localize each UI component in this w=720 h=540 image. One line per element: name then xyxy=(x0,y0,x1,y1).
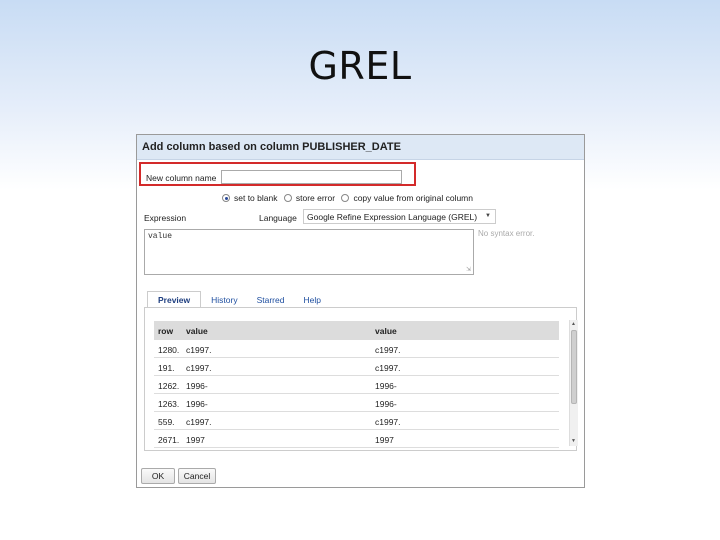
radio-copy-value[interactable]: copy value from original column xyxy=(341,193,473,203)
preview-table: row value value 1280. c1997. c1997. 191.… xyxy=(154,321,559,448)
tab-help[interactable]: Help xyxy=(294,292,329,308)
cancel-button[interactable]: Cancel xyxy=(178,468,216,484)
cell-new-value: c1997. xyxy=(375,417,401,427)
expression-label: Expression xyxy=(144,213,187,223)
cell-new-value: c1997. xyxy=(375,345,401,355)
language-label: Language xyxy=(259,213,297,223)
radio-icon xyxy=(341,194,350,202)
tab-starred[interactable]: Starred xyxy=(248,292,294,308)
dropdown-caret-icon: ▼ xyxy=(485,213,491,219)
row-number: 1280. xyxy=(158,345,180,355)
cell-value: 1996- xyxy=(186,381,208,391)
cell-new-value: 1997 xyxy=(375,435,394,445)
cell-value: c1997. xyxy=(186,417,212,427)
table-row: 1263. 1996- 1996- xyxy=(154,394,559,412)
row-number: 2671. xyxy=(158,435,180,445)
on-error-options: set to blank store error copy value from… xyxy=(222,193,477,204)
slide-title: GREL xyxy=(308,44,412,88)
column-header-row: row xyxy=(158,326,174,336)
table-row: 2671. 1997 1997 xyxy=(154,430,559,448)
column-header-new-value: value xyxy=(375,326,397,336)
new-column-label: New column name xyxy=(146,173,217,183)
radio-icon xyxy=(283,194,292,202)
cell-value: 1997 xyxy=(186,435,205,445)
scroll-up-arrow-icon[interactable]: ▲ xyxy=(571,321,576,327)
dialog-title: Add column based on column PUBLISHER_DAT… xyxy=(137,135,584,160)
language-value: Google Refine Expression Language (GREL) xyxy=(307,212,478,222)
radio-label: store error xyxy=(295,193,336,203)
table-row: 1280. c1997. c1997. xyxy=(154,340,559,358)
preview-scrollbar[interactable]: ▲ ▼ xyxy=(569,320,578,446)
preview-tabs: Preview History Starred Help xyxy=(147,291,331,309)
add-column-dialog: Add column based on column PUBLISHER_DAT… xyxy=(136,134,585,488)
table-row: 559. c1997. c1997. xyxy=(154,412,559,430)
radio-store-error[interactable]: store error xyxy=(283,193,336,203)
scroll-down-arrow-icon[interactable]: ▼ xyxy=(571,438,576,444)
row-number: 1262. xyxy=(158,381,180,391)
cell-new-value: c1997. xyxy=(375,363,401,373)
row-number: 1263. xyxy=(158,399,180,409)
new-column-name-input[interactable] xyxy=(221,170,402,184)
radio-set-to-blank[interactable]: set to blank xyxy=(222,193,277,203)
cell-new-value: 1996- xyxy=(375,399,397,409)
new-column-highlight: New column name xyxy=(139,162,416,186)
radio-label: copy value from original column xyxy=(353,193,473,203)
cell-value: 1996- xyxy=(186,399,208,409)
table-row: 1262. 1996- 1996- xyxy=(154,376,559,394)
table-header: row value value xyxy=(154,321,559,340)
cell-value: c1997. xyxy=(186,345,212,355)
cell-new-value: 1996- xyxy=(375,381,397,391)
row-number: 191. xyxy=(158,363,175,373)
cell-value: c1997. xyxy=(186,363,212,373)
tab-history[interactable]: History xyxy=(202,292,246,308)
column-header-value: value xyxy=(186,326,208,336)
ok-button[interactable]: OK xyxy=(141,468,175,484)
preview-pane: row value value 1280. c1997. c1997. 191.… xyxy=(144,307,578,451)
expression-textarea[interactable]: value xyxy=(144,229,474,275)
table-row: 191. c1997. c1997. xyxy=(154,358,559,376)
radio-icon-selected xyxy=(222,194,230,202)
scrollbar-thumb[interactable] xyxy=(571,330,577,404)
row-number: 559. xyxy=(158,417,175,427)
syntax-status: No syntax error. xyxy=(478,229,535,238)
radio-label: set to blank xyxy=(234,193,278,203)
language-select[interactable]: Google Refine Expression Language (GREL)… xyxy=(303,209,496,224)
resize-grip-icon[interactable]: ⇲ xyxy=(466,267,473,274)
